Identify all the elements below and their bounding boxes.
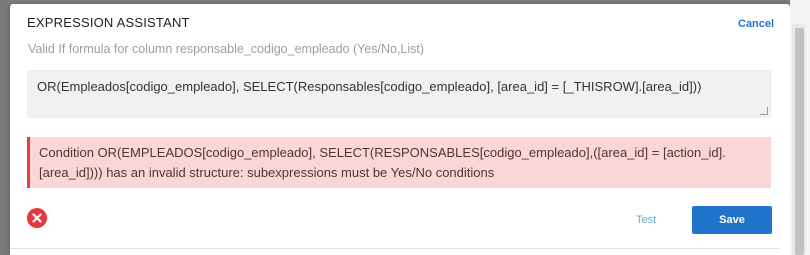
formula-input[interactable]: OR(Empleados[codigo_empleado], SELECT(Re… xyxy=(27,70,771,118)
error-message: Condition OR(EMPLEADOS[codigo_empleado],… xyxy=(39,145,726,180)
scrollbar-thumb[interactable] xyxy=(795,28,804,255)
dialog-subtitle: Valid If formula for column responsable_… xyxy=(28,42,425,56)
error-message-box: Condition OR(EMPLEADOS[codigo_empleado],… xyxy=(27,137,771,188)
cancel-button[interactable]: Cancel xyxy=(738,18,774,30)
backdrop-overlay xyxy=(0,0,10,255)
test-button[interactable]: Test xyxy=(636,214,656,226)
dialog-title: EXPRESSION ASSISTANT xyxy=(27,15,190,30)
save-button[interactable]: Save xyxy=(692,206,772,234)
close-icon xyxy=(32,213,42,223)
resize-handle[interactable] xyxy=(760,107,768,115)
close-circle-icon[interactable] xyxy=(27,208,47,228)
formula-text: OR(Empleados[codigo_empleado], SELECT(Re… xyxy=(37,79,702,94)
divider xyxy=(10,248,780,249)
expression-assistant-dialog: EXPRESSION ASSISTANT Cancel Valid If for… xyxy=(10,4,790,255)
